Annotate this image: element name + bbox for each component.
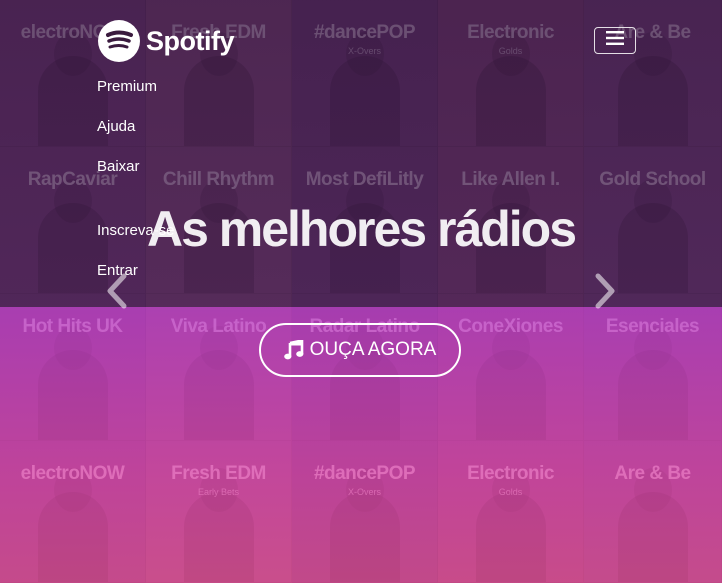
hamburger-menu-icon [606,31,624,50]
brand-name: Spotify [146,25,235,56]
nav-item-baixar[interactable]: Baixar [97,158,140,175]
chevron-left-icon [102,273,132,316]
menu-toggle-button[interactable] [594,27,636,54]
nav-item-premium[interactable]: Premium [97,78,157,95]
listen-now-button[interactable]: OUÇA AGORA [259,323,461,377]
chevron-right-icon [590,273,620,316]
spotify-logo[interactable]: Spotify [98,20,235,62]
carousel-prev-button[interactable] [102,270,132,312]
music-note-icon [283,340,304,360]
hero-headline: As melhores rádios [146,201,577,257]
carousel-next-button[interactable] [590,270,620,312]
listen-now-label: OUÇA AGORA [309,339,437,360]
nav-item-ajuda[interactable]: Ajuda [97,118,135,135]
spotify-logo-icon [98,20,140,62]
